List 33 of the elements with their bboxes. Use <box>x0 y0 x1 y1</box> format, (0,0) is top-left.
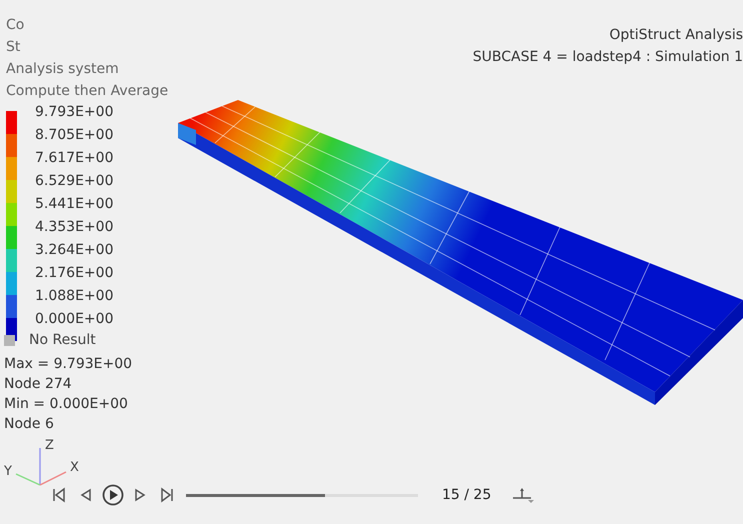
legend-value: 4.353E+00 <box>35 218 114 237</box>
result-stat: Node 6 <box>4 415 54 434</box>
result-stat: Node 274 <box>4 375 72 394</box>
no-result-label: No Result <box>29 331 96 350</box>
no-result-swatch <box>4 335 15 346</box>
result-stat: Min = 0.000E+00 <box>4 395 128 414</box>
last-frame-button[interactable] <box>160 487 174 503</box>
legend-value: 9.793E+00 <box>35 103 114 122</box>
legend-value: 0.000E+00 <box>35 310 114 329</box>
legend-value: 2.176E+00 <box>35 264 114 283</box>
first-frame-button[interactable] <box>52 487 66 503</box>
result-stat: Max = 9.793E+00 <box>4 355 132 374</box>
result-info-line: Co <box>6 16 26 35</box>
analysis-title: OptiStruct Analysis <box>609 26 743 45</box>
z-axis-label: Z <box>45 437 54 455</box>
x-axis-label: X <box>70 459 79 477</box>
axis-options-button[interactable] <box>511 486 536 504</box>
analysis-title: SUBCASE 4 = loadstep4 : Simulation 1 <box>472 48 743 67</box>
play-button[interactable] <box>102 484 124 506</box>
frame-counter: 15 / 25 <box>442 486 492 504</box>
previous-frame-button[interactable] <box>80 487 92 503</box>
result-info-line: St <box>6 38 22 57</box>
legend-value: 7.617E+00 <box>35 149 114 168</box>
y-axis-label: Y <box>4 463 12 481</box>
legend-value: 6.529E+00 <box>35 172 114 191</box>
legend-value: 3.264E+00 <box>35 241 114 260</box>
frame-slider[interactable] <box>186 494 418 496</box>
legend-value: 5.441E+00 <box>35 195 114 214</box>
result-info-line: Analysis system <box>6 60 120 79</box>
legend-value: 1.088E+00 <box>35 287 114 306</box>
result-info-line: Compute then Average <box>6 82 168 101</box>
next-frame-button[interactable] <box>134 487 146 503</box>
legend-value: 8.705E+00 <box>35 126 114 145</box>
